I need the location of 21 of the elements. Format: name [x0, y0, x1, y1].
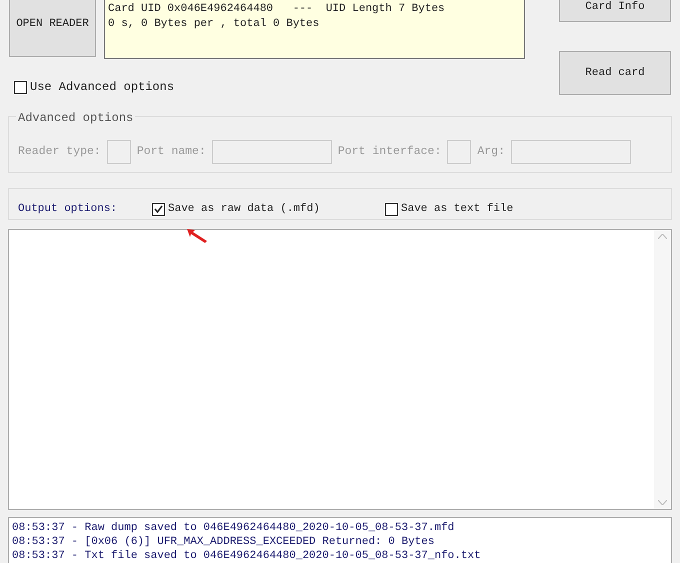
- checkbox[interactable]: [14, 80, 27, 94]
- scroll-up-icon[interactable]: [658, 234, 667, 239]
- open-reader-button[interactable]: OPEN READER: [9, 0, 96, 57]
- checkbox-label[interactable]: Use Advanced options: [30, 78, 174, 96]
- checkbox-label[interactable]: Save as raw data (.mfd): [168, 200, 320, 218]
- scroll-down-icon[interactable]: [658, 500, 667, 505]
- field-label: Port name:: [136, 144, 206, 160]
- field-label: Port interface:: [338, 144, 442, 160]
- checkbox[interactable]: [385, 202, 398, 216]
- log-line: 08:53:37 - [0x06 (6)] UFR_MAX_ADDRESS_EXCEEDED Returned: 0 Bytes: [12, 535, 436, 549]
- output-options-label: Output options:: [18, 202, 118, 217]
- field-label: Arg:: [477, 144, 505, 160]
- scrollbar[interactable]: [654, 230, 671, 509]
- card-info-button[interactable]: Card Info: [559, 0, 671, 22]
- field-label: Reader type:: [18, 144, 101, 160]
- read-card-button[interactable]: Read card: [559, 51, 671, 95]
- checkbox[interactable]: [152, 202, 165, 216]
- arrow-icon: [185, 227, 209, 243]
- log-line: 08:53:37 - Txt file saved to 046E4962464480_2020-10-05_08-53-37_nfo.txt: [12, 549, 482, 563]
- log-line: 08:53:37 - Raw dump saved to 046E4962464480_2020-10-05_08-53-37.mfd: [12, 521, 456, 535]
- checkbox-label[interactable]: Save as text file: [401, 200, 514, 218]
